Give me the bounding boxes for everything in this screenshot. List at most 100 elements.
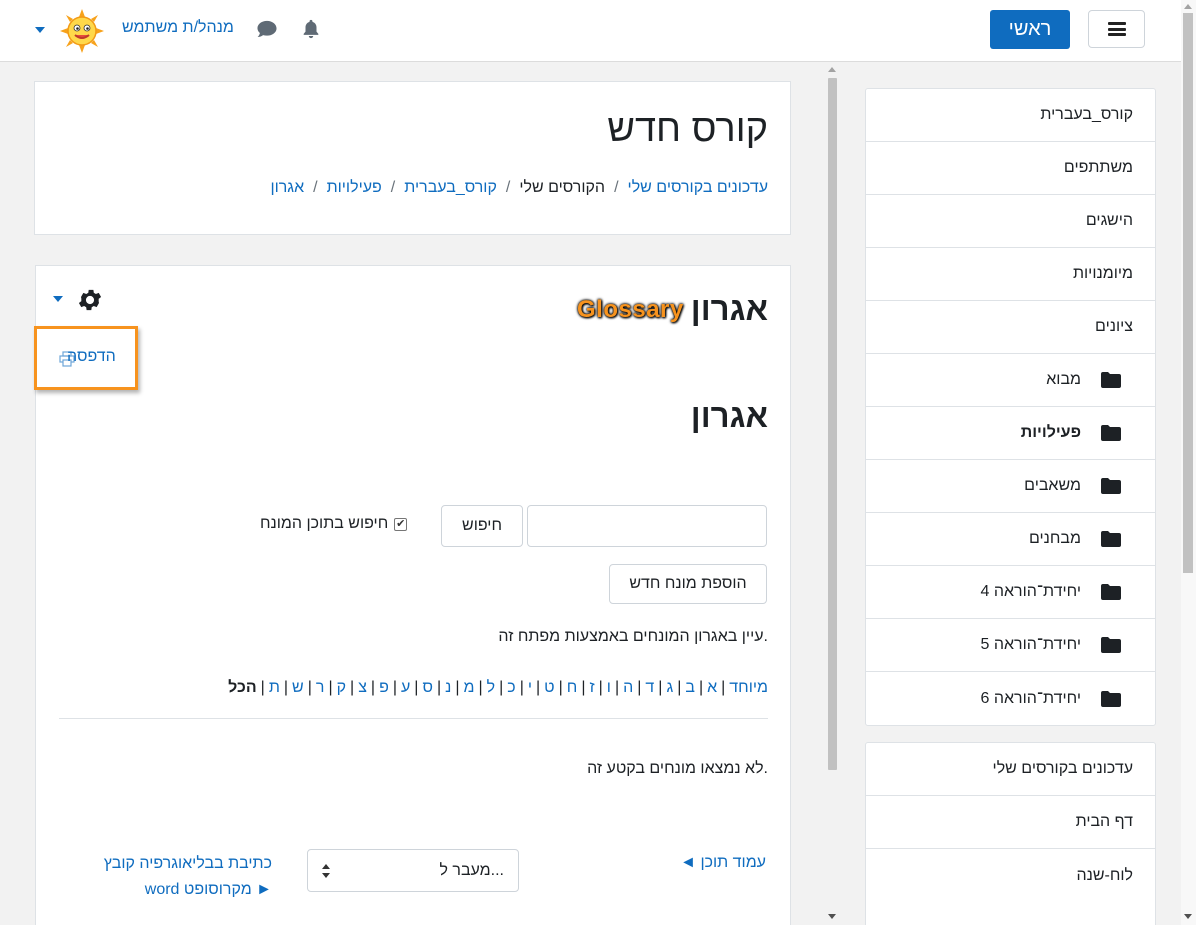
glossary-label: Glossary — [577, 296, 684, 323]
alpha-link[interactable]: ר — [316, 679, 325, 697]
browse-instructions: עיין באגרון המונחים באמצעות מפתח זה. — [498, 628, 768, 645]
alpha-separator: | — [350, 679, 355, 696]
sidebar-item-label: לוח-שנה — [1076, 866, 1133, 884]
scroll-down-icon[interactable] — [1184, 914, 1192, 919]
search-full-label: חיפוש בתוכן המונח — [260, 515, 389, 532]
sidebar-item[interactable]: לוח-שנה — [866, 849, 1155, 902]
folder-icon — [1101, 690, 1121, 707]
sidebar-item[interactable]: פעילויות — [866, 407, 1155, 460]
alpha-separator: | — [558, 679, 563, 696]
alpha-all: הכל — [228, 679, 257, 696]
sidebar-item[interactable]: הישגים — [866, 195, 1155, 248]
user-name[interactable]: מנהל/ת משתמש — [122, 19, 234, 37]
alpha-separator: | — [328, 679, 333, 696]
sidebar-item[interactable]: יחידת־הוראה 5 — [866, 619, 1155, 672]
alpha-separator: | — [677, 679, 682, 696]
alpha-separator: | — [637, 679, 642, 696]
breadcrumb-separator: / — [390, 179, 396, 196]
sidebar-item[interactable]: יחידת־הוראה 4 — [866, 566, 1155, 619]
alpha-link[interactable]: ק — [337, 679, 346, 697]
select-arrows-icon — [322, 864, 330, 878]
alpha-link[interactable]: י — [528, 679, 532, 697]
alpha-separator: | — [414, 679, 419, 696]
alpha-link[interactable]: ו — [607, 679, 611, 697]
scrollbar-thumb[interactable] — [828, 78, 837, 770]
sidebar-item-label: יחידת־הוראה 5 — [980, 636, 1081, 653]
sidebar-item[interactable]: דף הבית — [866, 796, 1155, 849]
breadcrumb-item: הקורסים שלי — [519, 179, 606, 196]
scroll-up-icon[interactable] — [828, 67, 836, 72]
sidebar-item[interactable]: מבחנים — [866, 513, 1155, 566]
next-activity-link[interactable]: כתיבת בבליאוגרפיה קובץ word מקרוסופט ► — [88, 851, 272, 903]
bell-icon[interactable] — [300, 18, 322, 40]
chevron-down-icon[interactable] — [35, 27, 45, 33]
search-full-text-option[interactable]: ✔ חיפוש בתוכן המונח — [260, 515, 408, 533]
alpha-link[interactable]: ס — [422, 679, 433, 697]
no-entries-message: לא נמצאו מונחים בקטע זה. — [587, 760, 768, 777]
sidebar-item[interactable]: משתתפים — [866, 142, 1155, 195]
jump-to-select[interactable]: מעבר ל... — [307, 849, 519, 892]
add-entry-button[interactable]: הוספת מונח חדש — [609, 564, 767, 604]
breadcrumb-item[interactable]: קורס_בעברית — [404, 179, 497, 197]
alpha-link[interactable]: מ — [464, 679, 475, 697]
menu-toggle-button[interactable] — [1088, 10, 1145, 48]
content-scrollbar[interactable] — [825, 66, 840, 925]
alpha-link[interactable]: ת — [269, 679, 280, 697]
search-button[interactable]: חיפוש — [441, 505, 523, 547]
sidebar-item[interactable]: מיומנויות — [866, 248, 1155, 301]
chat-icon[interactable] — [256, 19, 278, 39]
top-navbar: ראשי מנהל/ת משתמש — [0, 0, 1196, 62]
activity-title: אגרון — [690, 290, 768, 327]
alpha-link[interactable]: ל — [487, 679, 495, 697]
alpha-link[interactable]: נ — [445, 679, 451, 697]
alpha-link[interactable]: ש — [292, 679, 304, 697]
alpha-separator: | — [614, 679, 620, 696]
alpha-link[interactable]: ח — [567, 679, 578, 697]
avatar[interactable] — [59, 8, 105, 54]
sidebar-item-label: דף הבית — [1075, 813, 1133, 830]
alpha-link[interactable]: ג — [666, 679, 673, 697]
page-scrollbar[interactable] — [1181, 0, 1196, 925]
sidebar-item[interactable]: יחידת־הוראה 6 — [866, 672, 1155, 725]
scroll-up-icon[interactable] — [1184, 4, 1192, 9]
alpha-separator: | — [519, 679, 524, 696]
alpha-link[interactable]: ב — [685, 679, 695, 697]
alpha-link[interactable]: ה — [623, 679, 633, 697]
alpha-link[interactable]: כ — [507, 679, 515, 697]
folder-icon — [1101, 478, 1121, 494]
breadcrumb-item[interactable]: עדכונים בקורסים שלי — [628, 179, 768, 197]
sidebar-item[interactable]: עדכונים בקורסים שלי — [866, 743, 1155, 796]
search-input[interactable] — [527, 505, 767, 547]
breadcrumb-item[interactable]: אגרון — [270, 179, 304, 197]
alpha-link[interactable]: פ — [379, 679, 389, 697]
search-full-checkbox[interactable]: ✔ — [394, 517, 408, 531]
gear-icon[interactable] — [76, 286, 104, 314]
scroll-down-icon[interactable] — [828, 914, 836, 919]
prev-activity-link[interactable]: ◄ עמוד תוכן — [680, 854, 766, 872]
alpha-link[interactable]: א — [707, 679, 717, 697]
alpha-link[interactable]: מיוחד — [729, 679, 768, 697]
sidebar-item[interactable]: מבוא — [866, 354, 1155, 407]
breadcrumb-item[interactable]: פעילויות — [327, 179, 382, 197]
page-title: קורס חדש — [607, 108, 768, 150]
alpha-separator: | — [392, 679, 397, 696]
alpha-separator: | — [536, 679, 541, 696]
next-activity-line2: word מקרוסופט ► — [144, 881, 272, 898]
alpha-link[interactable]: ט — [544, 679, 554, 697]
alpha-link[interactable]: צ — [358, 679, 367, 697]
folder-icon — [1101, 425, 1121, 441]
alpha-link[interactable]: ע — [401, 679, 410, 697]
print-link[interactable]: הדפסה — [67, 348, 116, 366]
home-button[interactable]: ראשי — [990, 10, 1070, 49]
alpha-link[interactable]: ז — [589, 679, 594, 697]
breadcrumb-separator: / — [614, 179, 619, 196]
scrollbar-thumb[interactable] — [1183, 13, 1193, 573]
sidebar-item[interactable]: ציונים — [866, 301, 1155, 354]
chevron-down-icon[interactable] — [53, 296, 63, 302]
alpha-link[interactable]: ד — [645, 679, 654, 697]
folder-icon — [1101, 372, 1121, 388]
sidebar-item[interactable]: משאבים — [866, 460, 1155, 513]
breadcrumb-separator: / — [313, 179, 318, 196]
sidebar-item[interactable]: קורס_בעברית — [866, 89, 1155, 142]
alpha-separator: | — [698, 679, 704, 696]
